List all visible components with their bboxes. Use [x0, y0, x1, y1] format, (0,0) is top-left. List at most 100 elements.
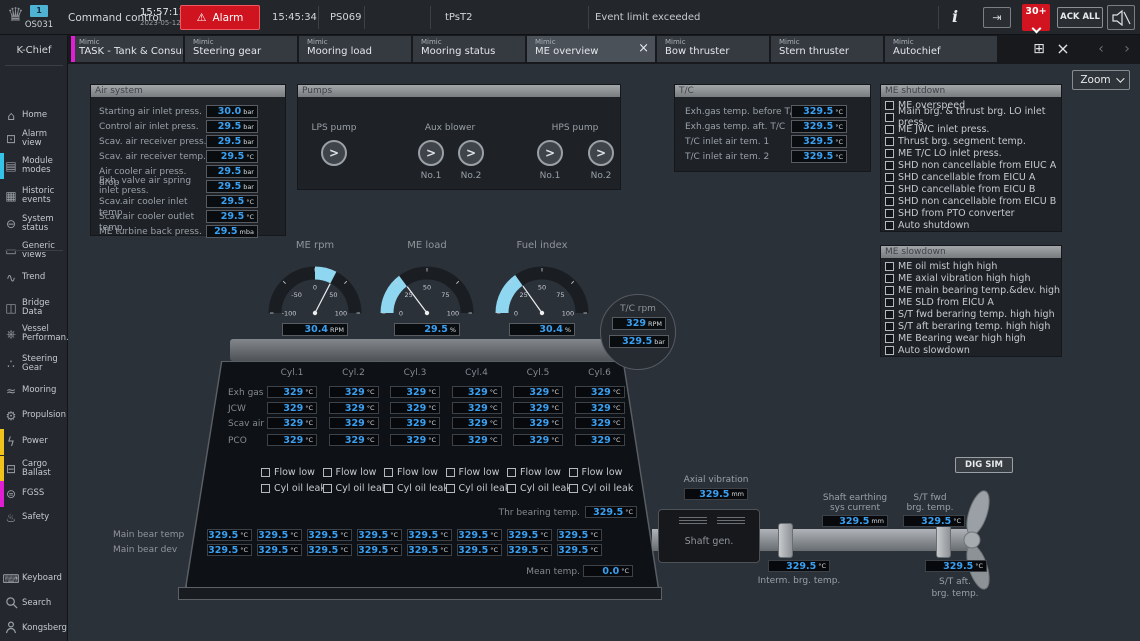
login-icon-button[interactable]: ⇥ [983, 7, 1011, 28]
shutdown-item-shd-cancellable-from-eicu-a: SHD cancellable from EICU A [885, 171, 1061, 183]
slowdown-checkbox[interactable] [885, 286, 894, 295]
thr-bearing-label: Thr bearing temp. [450, 508, 580, 518]
sidebar-item-mooring[interactable]: ≈Mooring [0, 379, 68, 403]
tab-stern-thruster[interactable]: MimicStern thruster [771, 36, 883, 62]
shutdown-checkbox[interactable] [885, 113, 894, 122]
main-bear-temp-5-unit: °C [440, 531, 448, 539]
tab-close-icon[interactable]: × [638, 41, 649, 56]
shutdown-checkbox[interactable] [885, 125, 894, 134]
sidebar-item-kongsberg[interactable]: Kongsberg [0, 617, 68, 641]
me-shutdown-panel-header: ME shutdown [881, 85, 1061, 97]
slowdown-item-label: S/T fwd beraring temp. high high [898, 309, 1055, 320]
shutdown-item-label: Auto shutdown [898, 220, 969, 231]
sidebar-item-system-status[interactable]: ⊖System status [0, 212, 68, 236]
tc-pressure-value: 329.5 bar [609, 335, 669, 348]
tab-bow-thruster[interactable]: MimicBow thruster [657, 36, 769, 62]
shaft-earthing-unit: mm [871, 517, 884, 525]
tab-kind-label: Mimic [307, 38, 405, 46]
shutdown-checkbox[interactable] [885, 185, 894, 194]
slowdown-checkbox[interactable] [885, 334, 894, 343]
pump-symbol-aux-blower-no-2[interactable]: > [458, 140, 484, 166]
tab-steering-gear[interactable]: MimicSteering gear [185, 36, 297, 62]
cyl-1-scav-air-number: 329 [283, 418, 303, 429]
cyl-6-exh-gas-number: 329 [591, 387, 611, 398]
cyl-5-exh-gas-number: 329 [529, 387, 549, 398]
sidebar-item-vessel-performan[interactable]: ⎈Vessel Performan… [0, 322, 68, 346]
shutdown-checkbox[interactable] [885, 221, 894, 230]
pump-symbol-hps-pump-no-1[interactable]: > [537, 140, 563, 166]
slowdown-checkbox[interactable] [885, 262, 894, 271]
shutdown-item-shd-non-cancellable-from-eicu-b: SHD non cancellable from EICU B [885, 195, 1061, 207]
slowdown-checkbox[interactable] [885, 274, 894, 283]
close-window-button[interactable]: × [1052, 39, 1074, 59]
flow-low-checkbox[interactable] [446, 468, 455, 477]
tab-mooring-load[interactable]: MimicMooring load [299, 36, 411, 62]
sidebar-item-home[interactable]: ⌂Home [0, 104, 68, 128]
shutdown-checkbox[interactable] [885, 173, 894, 182]
cyl-oil-leak-checkbox[interactable] [323, 484, 332, 493]
pump-symbol-hps-pump-no-2[interactable]: > [588, 140, 614, 166]
shutdown-checkbox[interactable] [885, 137, 894, 146]
slowdown-checkbox[interactable] [885, 298, 894, 307]
cyl-oil-leak-checkbox[interactable] [261, 484, 270, 493]
cyl-oil-leak-checkbox[interactable] [384, 484, 393, 493]
sidebar-item-historic-events[interactable]: ▦Historic events [0, 184, 68, 208]
info-icon[interactable]: i [952, 7, 958, 26]
flow-low-checkbox[interactable] [261, 468, 270, 477]
sidebar-item-cargo-ballast[interactable]: ⊟Cargo Ballast [0, 457, 68, 481]
power-icon: ϟ [0, 435, 22, 449]
shutdown-checkbox[interactable] [885, 149, 894, 158]
slowdown-checkbox[interactable] [885, 310, 894, 319]
sidebar-item-bridge-data[interactable]: ◫Bridge Data [0, 296, 68, 320]
propulsion-icon: ⚙ [0, 409, 22, 423]
slowdown-item-label: Auto slowdown [898, 345, 970, 356]
cyl-oil-leak-checkbox[interactable] [507, 484, 516, 493]
alarm-button[interactable]: ⚠ Alarm [180, 5, 260, 30]
sidebar-item-search[interactable]: Search [0, 592, 68, 616]
tab-autochief[interactable]: MimicAutochief [885, 36, 997, 62]
dig-sim-button[interactable]: DIG SIM [955, 457, 1013, 473]
gauge-value-me-rpm-unit: RPM [330, 326, 344, 334]
mute-horn-button[interactable] [1107, 5, 1135, 30]
flow-low-checkbox[interactable] [323, 468, 332, 477]
flow-low-checkbox[interactable] [569, 468, 578, 477]
sidebar-item-trend[interactable]: ∿Trend [0, 266, 68, 290]
sidebar-item-fgss[interactable]: ⊜FGSS [0, 482, 68, 506]
pump-symbol-lps-pump[interactable]: > [321, 140, 347, 166]
cyl-oil-leak-indicator: Cyl oil leak [323, 482, 388, 494]
shutdown-checkbox[interactable] [885, 101, 894, 110]
sidebar-item-alarm-view[interactable]: ⊡Alarm view [0, 127, 68, 151]
main-bear-dev-6: 329.5°C [457, 544, 502, 556]
st-fwd-number: 329.5 [921, 516, 951, 527]
flow-low-checkbox[interactable] [384, 468, 393, 477]
pump-symbol-aux-blower-no-1[interactable]: > [418, 140, 444, 166]
sidebar-item-propulsion[interactable]: ⚙Propulsion [0, 404, 68, 428]
slowdown-checkbox[interactable] [885, 346, 894, 355]
sidebar-item-power[interactable]: ϟPower [0, 430, 68, 454]
main-bear-dev-4: 329.5°C [357, 544, 402, 556]
cyl-oil-leak-checkbox[interactable] [569, 484, 578, 493]
cyl-oil-leak-checkbox[interactable] [446, 484, 455, 493]
tab-me-overview[interactable]: MimicME overview× [527, 36, 655, 62]
st-aft-unit: °C [975, 562, 983, 570]
alarm-event-time: 15:45:34 [272, 12, 317, 23]
tile-windows-button[interactable]: ⊞ [1028, 39, 1050, 59]
shutdown-checkbox[interactable] [885, 209, 894, 218]
sidebar-item-steering-gear[interactable]: ∴Steering Gear [0, 352, 68, 376]
sidebar-item-generic-views[interactable]: ▭Generic views [0, 239, 68, 263]
slowdown-checkbox[interactable] [885, 322, 894, 331]
tab-scroll-left-button[interactable]: ‹ [1090, 39, 1112, 59]
shutdown-checkbox[interactable] [885, 197, 894, 206]
tab-mooring-status[interactable]: MimicMooring status [413, 36, 525, 62]
zoom-dropdown[interactable]: Zoom [1072, 70, 1130, 90]
tab-task-tank-consumers[interactable]: MimicTASK - Tank & Consumers [71, 36, 183, 62]
sidebar-item-module-modes[interactable]: ▤Module modes [0, 154, 68, 178]
ack-all-button[interactable]: ACK ALL [1057, 7, 1103, 28]
sidebar-item-safety[interactable]: ♨Safety [0, 506, 68, 530]
system-time: 15:57:11 [140, 7, 185, 18]
unacknowledged-alarms-badge[interactable]: 30+ [1022, 4, 1050, 31]
tab-scroll-right-button[interactable]: › [1116, 39, 1138, 59]
sidebar-item-keyboard[interactable]: ⌨Keyboard [0, 567, 68, 591]
shutdown-checkbox[interactable] [885, 161, 894, 170]
flow-low-checkbox[interactable] [507, 468, 516, 477]
